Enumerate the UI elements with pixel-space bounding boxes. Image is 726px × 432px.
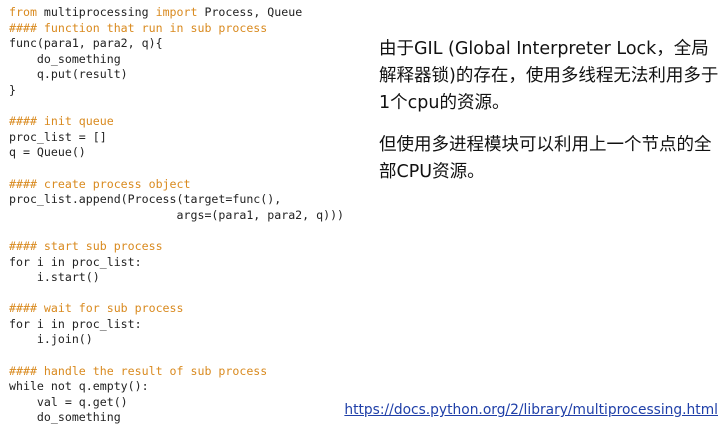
code-text: q.put(result) [9, 67, 128, 82]
code-line: #### init queue [9, 114, 369, 130]
code-comment: #### create process object [9, 176, 191, 191]
code-line: #### function that run in sub process [9, 21, 369, 37]
explanation-paragraph-gil: 由于GIL (Global Interpreter Lock，全局解释器锁)的存… [379, 39, 719, 113]
code-text: proc_list = [] [9, 129, 107, 144]
code-text: for i in proc_list: [9, 254, 142, 269]
code-text: val = q.get() [9, 394, 128, 409]
code-line: } [9, 83, 369, 99]
code-line: i.start() [9, 270, 369, 286]
code-line: val = q.get() [9, 395, 369, 411]
code-text: } [9, 82, 16, 97]
code-line: do_something [9, 410, 369, 426]
code-block: from multiprocessing import Process, Que… [9, 5, 369, 426]
code-text: multiprocessing [36, 5, 156, 19]
code-keyword: from [9, 5, 37, 19]
code-line: proc_list.append(Process(target=func(), [9, 192, 369, 208]
explanation-text: 由于GIL (Global Interpreter Lock，全局解释器锁)的存… [379, 36, 724, 186]
code-line: proc_list = [] [9, 130, 369, 146]
code-comment: #### init queue [9, 114, 114, 129]
code-line: do_something [9, 52, 369, 68]
code-text: while not q.empty(): [9, 379, 149, 394]
code-comment: #### function that run in sub process [9, 20, 268, 35]
code-line: q.put(result) [9, 67, 369, 83]
code-text: proc_list.append(Process(target=func(), [9, 192, 282, 207]
code-line: from multiprocessing import Process, Que… [9, 5, 369, 21]
docs-link[interactable]: https://docs.python.org/2/library/multip… [344, 402, 718, 418]
slide: from multiprocessing import Process, Que… [0, 0, 726, 432]
code-comment: #### handle the result of sub process [9, 363, 268, 378]
code-line: for i in proc_list: [9, 317, 369, 333]
code-line: for i in proc_list: [9, 255, 369, 271]
code-text: do_something [9, 51, 121, 66]
code-text: q = Queue() [9, 145, 86, 160]
code-line: args=(para1, para2, q))) [9, 208, 369, 224]
code-text: func(para1, para2, q){ [9, 36, 163, 51]
code-line: #### create process object [9, 177, 369, 193]
code-text: i.start() [9, 270, 100, 285]
code-line: #### handle the result of sub process [9, 364, 369, 380]
code-line: i.join() [9, 332, 369, 348]
code-text: Process, Queue [197, 5, 303, 19]
code-text: args=(para1, para2, q))) [9, 207, 345, 222]
code-text: i.join() [9, 332, 93, 347]
code-text: do_something [9, 410, 121, 425]
code-line: while not q.empty(): [9, 379, 369, 395]
explanation-paragraph-multiprocess: 但使用多进程模块可以利用上一个节点的全部CPU资源。 [379, 135, 712, 182]
code-line: #### wait for sub process [9, 301, 369, 317]
code-keyword: import [155, 5, 198, 19]
code-line: #### start sub process [9, 239, 369, 255]
code-line: q = Queue() [9, 145, 369, 161]
code-line: func(para1, para2, q){ [9, 36, 369, 52]
code-comment: #### wait for sub process [9, 301, 184, 316]
code-comment: #### start sub process [9, 238, 163, 253]
code-text: for i in proc_list: [9, 316, 142, 331]
